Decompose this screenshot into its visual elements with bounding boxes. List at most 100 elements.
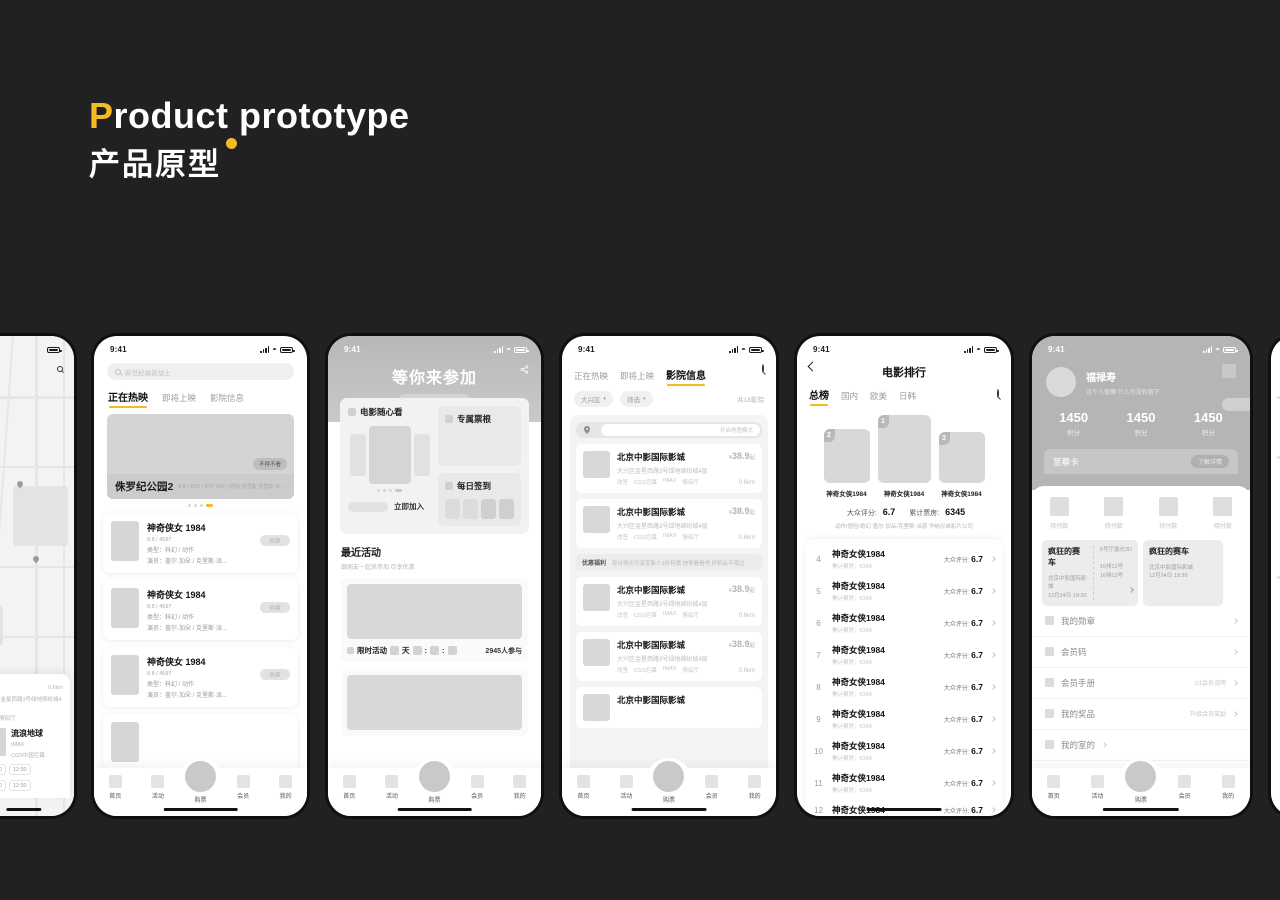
tab-now-showing[interactable]: 正在热映 bbox=[108, 389, 148, 408]
hero-banner[interactable]: 不得不看 侏罗纪公园2 8.8 / 4597 | 动作 科幻 | 原始·克里斯 … bbox=[107, 414, 294, 499]
ranking-row[interactable]: 5 神奇女侠1984 累计票房：6345 大众评分: 6.7 bbox=[813, 575, 996, 607]
menu-item-member-code[interactable]: 会员码 bbox=[1032, 637, 1250, 668]
cinema-card[interactable]: 北京中影国际影城 大兴区金星西路3号绿地缤纷城4层 改签 CGS巨幕 IMAX … bbox=[576, 444, 762, 493]
search-icon[interactable] bbox=[762, 364, 764, 373]
ranking-row[interactable]: 6 神奇女侠1984 累计票房：6345 大众评分: 6.7 bbox=[813, 607, 996, 639]
promo-banner[interactable]: 优惠福利 部分场次可享受新人9折特惠 快来看看吧 好机会不错过 bbox=[576, 554, 762, 571]
tab-activity[interactable]: 活动 bbox=[1076, 775, 1120, 800]
tab-profile[interactable]: 我的 bbox=[1206, 775, 1250, 800]
ticket-stub-card[interactable]: 专属票根 bbox=[438, 406, 521, 466]
stat-item[interactable]: 1450 积分 bbox=[1107, 410, 1174, 437]
search-icon[interactable] bbox=[53, 362, 66, 375]
tab-home[interactable]: 首页 bbox=[1032, 775, 1076, 800]
cinema-card[interactable]: 北京中影国际影城 bbox=[576, 687, 762, 728]
ranking-row[interactable]: 8 神奇女侠1984 累计票房：6345 大众评分: 6.7 bbox=[813, 671, 996, 703]
ranking-row[interactable]: 9 神奇女侠1984 累计票房：6345 大众评分: 6.7 bbox=[813, 703, 996, 735]
avatar[interactable] bbox=[1046, 367, 1076, 397]
order-item[interactable]: 待付款 bbox=[1196, 497, 1251, 530]
tab-cinema-info[interactable]: 影院信息 bbox=[210, 392, 244, 404]
showtime-chip[interactable]: 12:30 bbox=[0, 780, 6, 791]
order-item[interactable]: 待付款 bbox=[1087, 497, 1142, 530]
tab-ticket[interactable]: 购票 bbox=[648, 761, 691, 804]
tab-cinema-info[interactable]: 影院信息 bbox=[666, 367, 706, 386]
membership-action-button[interactable] bbox=[1222, 398, 1250, 411]
tab-ticket[interactable]: 购票 bbox=[413, 761, 456, 804]
tab-home[interactable]: 首页 bbox=[94, 775, 137, 800]
search-input[interactable]: 新世纪福音战士 bbox=[107, 363, 294, 380]
tab-coming-soon[interactable]: 即将上映 bbox=[162, 392, 196, 404]
poster-carousel[interactable] bbox=[348, 426, 431, 484]
tab-coming-soon[interactable]: 即将上映 bbox=[620, 370, 654, 382]
menu-item-other[interactable]: 我的室的 bbox=[1032, 730, 1250, 761]
tab-now-showing[interactable]: 正在热映 bbox=[574, 370, 608, 382]
menu-item-medals[interactable]: 我的勋章 bbox=[1032, 606, 1250, 637]
join-button[interactable]: 立即加入 bbox=[394, 501, 424, 512]
tab-western[interactable]: 欧美 bbox=[870, 390, 887, 402]
join-row[interactable]: 立即加入 bbox=[348, 501, 431, 512]
tab-activity[interactable]: 活动 bbox=[371, 775, 414, 800]
movie-card[interactable]: 神奇侠女 1984 8.8 / 4597 类型：科幻 / 动作 演员：盖尔·加朵… bbox=[103, 580, 298, 640]
ranking-row[interactable]: 10 神奇女侠1984 累计票房：6345 大众评分: 6.7 bbox=[813, 735, 996, 767]
tab-overall[interactable]: 总榜 bbox=[809, 387, 829, 406]
movie-card[interactable]: 神奇侠女 1984 8.8 / 4597 类型：科幻 / 动作 演员：盖尔·加朵… bbox=[103, 647, 298, 707]
tab-profile[interactable]: 我的 bbox=[498, 775, 541, 800]
checkin-day[interactable] bbox=[445, 499, 460, 519]
ranking-row[interactable]: 7 神奇女侠1984 累计票房：6345 大众评分: 6.7 bbox=[813, 639, 996, 671]
tab-member[interactable]: 会员 bbox=[222, 775, 265, 800]
filter-sort[interactable]: 筛选 ▾ bbox=[620, 391, 653, 407]
buy-ticket-button[interactable]: 购票 bbox=[260, 535, 290, 546]
showtime-chip[interactable]: 12:30 bbox=[8, 764, 31, 775]
buy-ticket-button[interactable]: 购票 bbox=[260, 669, 290, 680]
tab-activity[interactable]: 活动 bbox=[137, 775, 180, 800]
ticket-card[interactable]: 疯狂的赛车 北京中影国际影城 12月24日 19:30 6号厅激光3D 16排1… bbox=[1042, 540, 1138, 606]
podium-first[interactable]: 1 神奇女侠1984 bbox=[877, 415, 931, 498]
movie-card[interactable]: 神奇侠女 1984 8.8 / 4597 类型：科幻 / 动作 演员：盖尔·加朵… bbox=[103, 513, 298, 573]
feature-left[interactable]: 电影随心看 立即加入 bbox=[348, 406, 431, 526]
stat-item[interactable]: 1450 积分 bbox=[1175, 410, 1242, 437]
stat-item[interactable]: 1450 积分 bbox=[1040, 410, 1107, 437]
tab-ticket[interactable]: 购票 bbox=[179, 761, 222, 804]
cinema-detail-sheet[interactable]: 影城 0.6km 大兴区金星西路3号绿地缤纷城4层 IMAX 情侣厅 流浪地球 … bbox=[0, 674, 70, 798]
tab-jpkr[interactable]: 日韩 bbox=[899, 390, 916, 402]
activity-item[interactable] bbox=[341, 669, 528, 736]
tab-ticket[interactable]: 购票 bbox=[1119, 761, 1163, 804]
tab-member[interactable]: 会员 bbox=[690, 775, 733, 800]
filter-district[interactable]: 大兴区 ▾ bbox=[574, 391, 614, 407]
checkin-day[interactable] bbox=[463, 499, 478, 519]
ticket-carousel[interactable]: 疯狂的赛车 北京中影国际影城 12月24日 19:30 6号厅激光3D 16排1… bbox=[1032, 530, 1250, 606]
tab-member[interactable]: 会员 bbox=[1163, 775, 1207, 800]
tab-home[interactable]: 首页 bbox=[562, 775, 605, 800]
menu-item-prizes[interactable]: 我的奖品 升级会员奖励 bbox=[1032, 699, 1250, 730]
tab-domestic[interactable]: 国内 bbox=[841, 390, 858, 402]
carousel-dots[interactable] bbox=[94, 504, 307, 507]
membership-card-strip[interactable]: 至尊卡 了解详情 bbox=[1044, 449, 1238, 474]
order-item[interactable]: 待付款 bbox=[1032, 497, 1087, 530]
showtime-chip[interactable]: 12:30 bbox=[8, 780, 31, 791]
activity-item[interactable]: 限时活动 天 :: 2945人参与 bbox=[341, 578, 528, 662]
profile-block[interactable]: 福禄寿 这个人很懒 什么也没有留下 bbox=[1032, 357, 1250, 397]
menu-item-handbook[interactable]: 会员手册 U1会员说明 bbox=[1032, 668, 1250, 699]
learn-more-button[interactable]: 了解详情 bbox=[1190, 455, 1229, 468]
order-item[interactable]: 待付款 bbox=[1141, 497, 1196, 530]
map-mode-toggle[interactable]: 开启地图模式 bbox=[576, 422, 762, 438]
podium-second[interactable]: 2 神奇女侠1984 bbox=[823, 429, 870, 498]
cinema-card[interactable]: 北京中影国际影城 大兴区金星西路3号绿地缤纷城4层 改签 CGS巨幕 IMAX … bbox=[576, 577, 762, 626]
daily-checkin-card[interactable]: 每日签到 bbox=[438, 473, 521, 526]
tab-profile[interactable]: 我的 bbox=[264, 775, 307, 800]
carousel-dots[interactable] bbox=[348, 489, 431, 492]
tab-member[interactable]: 会员 bbox=[456, 775, 499, 800]
checkin-day[interactable] bbox=[499, 499, 514, 519]
showtime-chip[interactable]: 12:30 bbox=[0, 764, 6, 775]
podium-third[interactable]: 3 神奇女侠1984 bbox=[938, 432, 985, 498]
cinema-card[interactable]: 北京中影国际影城 大兴区金星西路3号绿地缤纷城4层 改签 CGS巨幕 IMAX … bbox=[576, 632, 762, 681]
cinema-card[interactable]: 北京中影国际影城 大兴区金星西路3号绿地缤纷城4层 改签 CGS巨幕 IMAX … bbox=[576, 499, 762, 548]
share-icon[interactable] bbox=[520, 365, 529, 374]
search-icon[interactable] bbox=[997, 389, 999, 398]
back-chevron-icon[interactable] bbox=[807, 361, 818, 372]
qrcode-icon[interactable] bbox=[1222, 364, 1236, 378]
ranking-row[interactable]: 4 神奇女侠1984 累计票房：6345 大众评分: 6.7 bbox=[813, 543, 996, 575]
ticket-card[interactable]: 疯狂的赛车 北京中影国际影城 12月24日 19:30 bbox=[1143, 540, 1223, 606]
tab-activity[interactable]: 活动 bbox=[605, 775, 648, 800]
checkin-day[interactable] bbox=[481, 499, 496, 519]
ranking-row[interactable]: 11 神奇女侠1984 累计票房：6345 大众评分: 6.7 bbox=[813, 767, 996, 799]
